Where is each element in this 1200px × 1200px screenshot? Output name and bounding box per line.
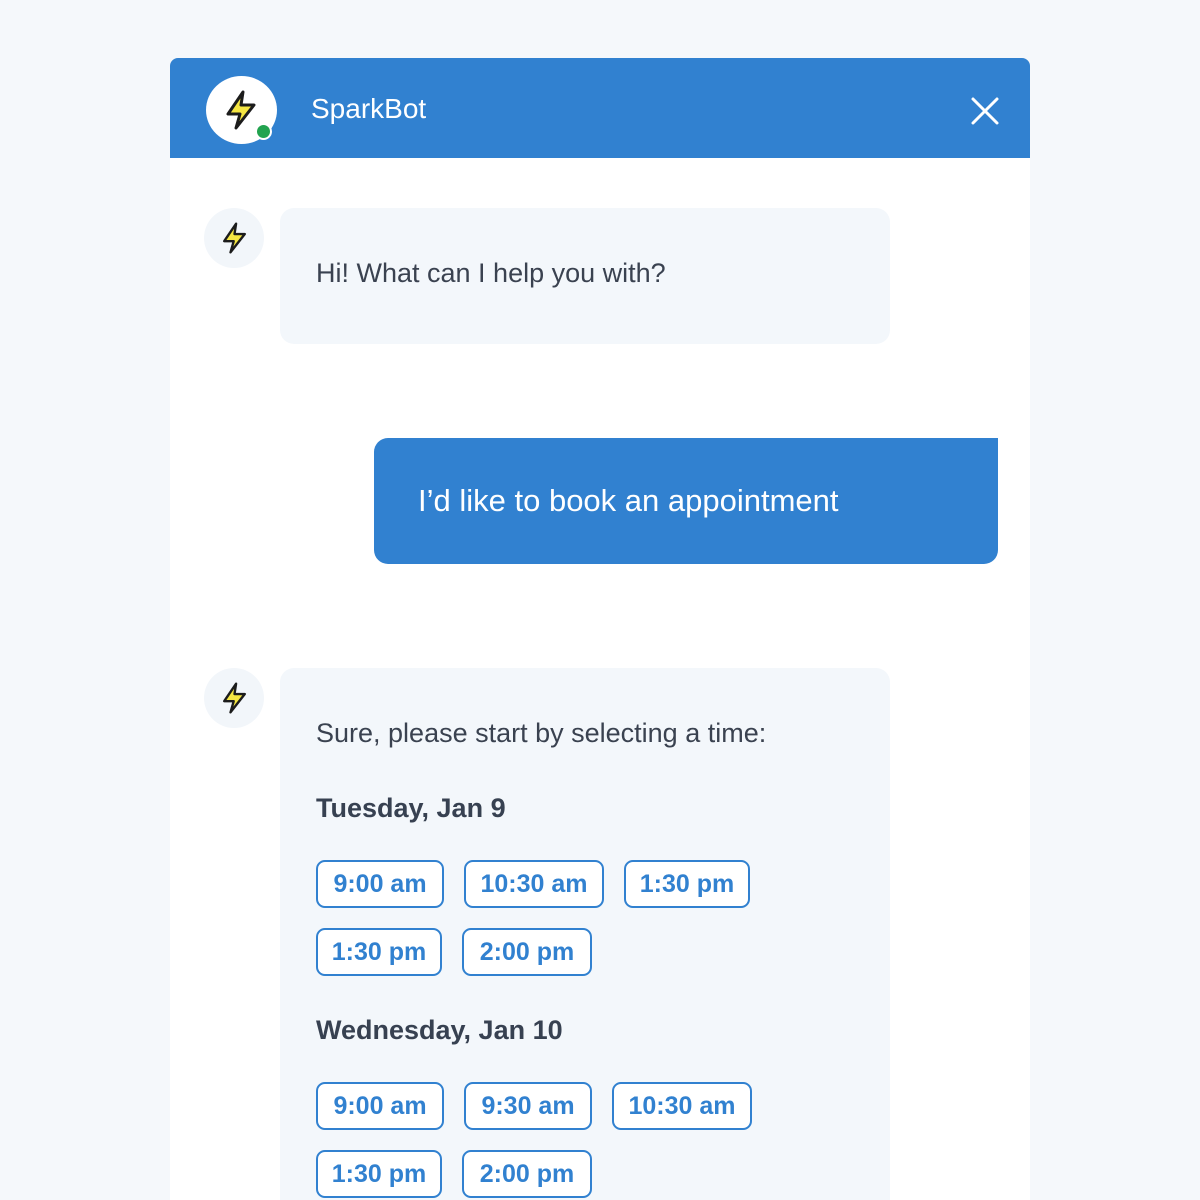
- bot-avatar: [206, 76, 277, 144]
- time-slot-button[interactable]: 1:30 pm: [624, 860, 750, 908]
- bot-name: SparkBot: [311, 93, 427, 124]
- close-button[interactable]: [966, 92, 1004, 130]
- bot-message-bubble: Hi! What can I help you with?: [280, 208, 890, 344]
- user-message-text: I’d like to book an appointment: [418, 483, 839, 518]
- bot-message-avatar: [204, 208, 264, 268]
- time-slot-button[interactable]: 10:30 am: [612, 1082, 752, 1130]
- time-slot-button[interactable]: 2:00 pm: [462, 1150, 592, 1198]
- time-slot-button[interactable]: 2:00 pm: [462, 928, 592, 976]
- lightning-bolt-icon: [222, 222, 247, 254]
- close-icon: [971, 97, 999, 125]
- day-heading-wednesday: Wednesday, Jan 10: [316, 1015, 563, 1045]
- day-heading-tuesday: Tuesday, Jan 9: [316, 793, 506, 823]
- bot-message-text: Hi! What can I help you with?: [316, 258, 666, 288]
- chat-header: SparkBot: [170, 58, 1030, 158]
- chat-window: SparkBot Hi! What can I help you with? I…: [170, 58, 1030, 1200]
- lightning-bolt-icon: [222, 682, 247, 714]
- time-slot-button[interactable]: 9:30 am: [464, 1082, 592, 1130]
- bot-time-picker-bubble: Sure, please start by selecting a time: …: [280, 668, 890, 1200]
- time-slot-button[interactable]: 9:00 am: [316, 860, 444, 908]
- time-slot-button[interactable]: 9:00 am: [316, 1082, 444, 1130]
- lightning-bolt-icon: [226, 90, 256, 130]
- bot-message-text: Sure, please start by selecting a time:: [316, 718, 767, 748]
- online-status-dot: [255, 123, 272, 140]
- bot-message-avatar: [204, 668, 264, 728]
- user-message-bubble: I’d like to book an appointment: [374, 438, 998, 564]
- time-slot-button[interactable]: 1:30 pm: [316, 1150, 442, 1198]
- time-slot-button[interactable]: 1:30 pm: [316, 928, 442, 976]
- time-slot-button[interactable]: 10:30 am: [464, 860, 604, 908]
